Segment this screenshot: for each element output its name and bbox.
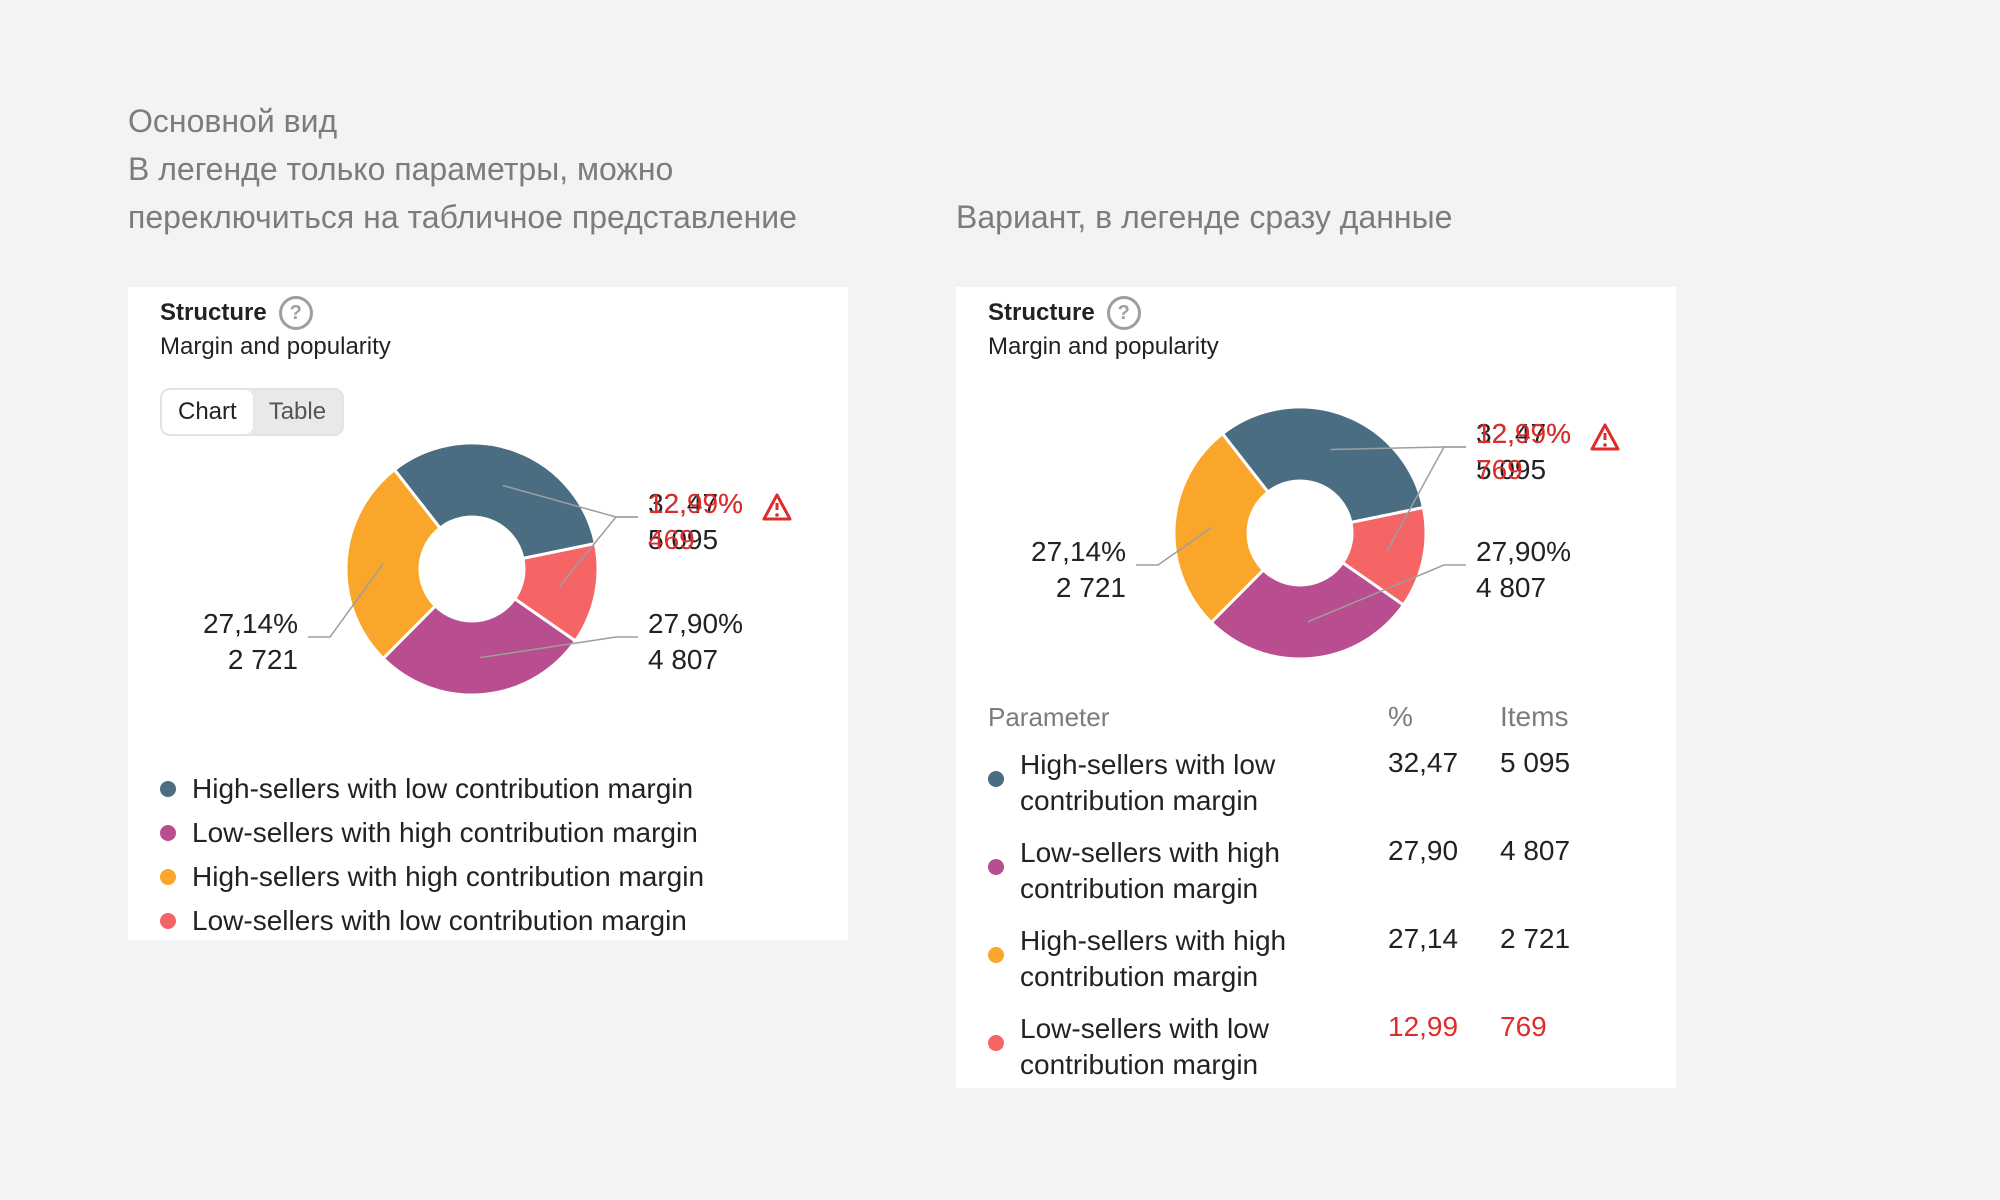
table-row: High-sellers with high contribution marg… [988, 913, 1628, 1001]
legend-item: Low-sellers with low contribution margin [160, 899, 704, 940]
row-percent: 27,90 [1388, 835, 1459, 866]
row-items: 2 721 [1500, 923, 1571, 954]
legend-dot [988, 947, 1004, 963]
caption-line: Вариант, в легенде сразу данные [956, 199, 1453, 235]
data-label-items: 469 [648, 524, 695, 555]
row-percent: 27,14 [1388, 923, 1459, 954]
donut-chart: 32,47%5 09512,99%46927,90%4 80727,14%2 7… [203, 441, 792, 697]
row-label: Low-sellers with high contribution margi… [1020, 837, 1280, 904]
legend-item: Low-sellers with high contribution margi… [160, 811, 704, 855]
row-label: High-sellers with low contribution margi… [1020, 749, 1276, 816]
legend-label: Low-sellers with high contribution margi… [192, 817, 698, 848]
data-label-percent: 27,14% [203, 608, 298, 639]
legend-item: High-sellers with high contribution marg… [160, 855, 704, 899]
legend-table-header: Parameter % Items [988, 697, 1628, 737]
row-items: 5 095 [1500, 747, 1571, 778]
caption-line: переключиться на табличное представление [128, 199, 797, 235]
legend-dot [160, 913, 176, 929]
legend-dot [988, 859, 1004, 875]
data-label-percent: 27,90% [1476, 536, 1571, 567]
legend-label: High-sellers with low contribution margi… [192, 773, 694, 804]
legend-dot [160, 781, 176, 797]
data-label-percent: 27,14% [1031, 536, 1126, 567]
legend-item: High-sellers with low contribution margi… [160, 767, 704, 811]
row-percent: 12,99 [1388, 1011, 1459, 1042]
warning-icon-dot [1603, 443, 1607, 447]
data-label-items: 4 807 [648, 644, 718, 675]
legend-dot [160, 825, 176, 841]
row-label: High-sellers with high contribution marg… [1020, 925, 1287, 992]
table-row: Low-sellers with low contribution margin… [988, 1001, 1628, 1088]
caption-line: Основной вид [128, 103, 338, 139]
row-items: 769 [1500, 1011, 1547, 1042]
table-row: Low-sellers with high contribution margi… [988, 825, 1628, 913]
donut-chart: 32,47%5 09512,99%76927,90%4 80727,14%2 7… [1031, 405, 1620, 661]
data-label-percent: 12,99% [648, 488, 743, 519]
header-percent: % [1388, 701, 1413, 732]
structure-card-chart-view: Structure ? Margin and popularity Chart … [128, 287, 848, 940]
legend-label: Low-sellers with low contribution margin [192, 905, 687, 936]
caption-variant: Вариант, в легенде сразу данные [956, 193, 1452, 241]
structure-card-table-legend: Structure ? Margin and popularity 32,47%… [956, 287, 1676, 1088]
data-label-items: 769 [1476, 454, 1523, 485]
legend-dot [988, 1035, 1004, 1051]
legend-label: High-sellers with high contribution marg… [192, 861, 705, 892]
data-label-items: 2 721 [228, 644, 298, 675]
caption-main-view: Основной вид В легенде только параметры,… [128, 97, 797, 241]
warning-icon-dot [775, 513, 779, 517]
data-label-percent: 12,99% [1476, 418, 1571, 449]
header-parameter: Parameter [988, 701, 1110, 732]
data-label-items: 4 807 [1476, 572, 1546, 603]
row-items: 4 807 [1500, 835, 1571, 866]
row-percent: 32,47 [1388, 747, 1459, 778]
header-items: Items [1500, 701, 1569, 732]
legend-dot [160, 869, 176, 885]
data-label-percent: 27,90% [648, 608, 743, 639]
caption-line: В легенде только параметры, можно [128, 151, 674, 187]
table-row: High-sellers with low contribution margi… [988, 737, 1628, 825]
legend-dot [988, 771, 1004, 787]
legend-table: Parameter % Items High-sellers with low … [988, 697, 1628, 1088]
row-label: Low-sellers with low contribution margin [1020, 1013, 1269, 1080]
chart-legend: High-sellers with low contribution margi… [160, 767, 704, 940]
data-label-items: 2 721 [1056, 572, 1126, 603]
